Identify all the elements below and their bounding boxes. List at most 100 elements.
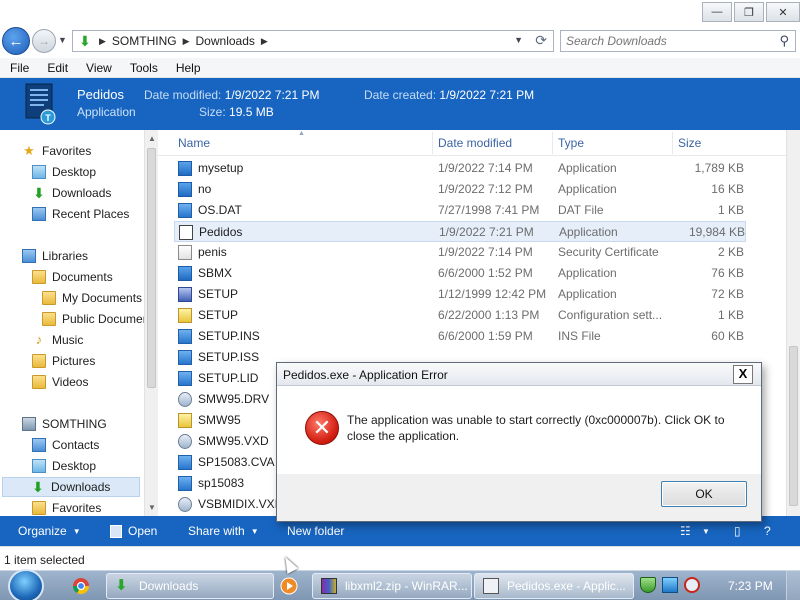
driver-icon bbox=[178, 392, 192, 407]
chrome-icon[interactable] bbox=[72, 577, 90, 595]
maximize-button[interactable]: ❐ bbox=[734, 2, 764, 22]
file-name-cell: no bbox=[198, 182, 212, 196]
documents-folder-icon bbox=[32, 270, 46, 284]
file-list-scrollbar[interactable] bbox=[786, 130, 800, 516]
nav-contacts[interactable]: Contacts bbox=[32, 435, 99, 455]
organize-label: Organize bbox=[18, 524, 67, 538]
taskbar-item-downloads[interactable]: ⬇ Downloads bbox=[106, 573, 274, 599]
nav-public-documents[interactable]: Public Documents bbox=[42, 309, 158, 329]
search-input[interactable] bbox=[566, 31, 766, 51]
taskbar-item-winrar[interactable]: libxml2.zip - WinRAR... bbox=[312, 573, 472, 599]
network-icon[interactable] bbox=[662, 577, 678, 593]
file-name-cell: SETUP bbox=[198, 308, 239, 322]
nav-scroll-thumb[interactable] bbox=[147, 148, 156, 388]
column-type[interactable]: Type bbox=[558, 136, 584, 150]
breadcrumb-separator-icon[interactable]: ▶ bbox=[261, 36, 268, 47]
breadcrumb-separator-icon[interactable]: ▶ bbox=[183, 36, 190, 47]
refresh-icon[interactable]: ⟳ bbox=[535, 32, 547, 49]
dropdown-arrow-icon: ▼ bbox=[250, 526, 259, 536]
start-button[interactable] bbox=[8, 569, 44, 600]
menu-help[interactable]: Help bbox=[166, 61, 209, 75]
sort-ascending-icon: ▲ bbox=[298, 130, 305, 137]
show-desktop-button[interactable] bbox=[786, 571, 800, 600]
nav-videos[interactable]: Videos bbox=[32, 372, 88, 392]
back-button[interactable]: ← bbox=[2, 27, 30, 55]
change-view-icon[interactable]: ☷ bbox=[680, 524, 691, 538]
nav-music[interactable]: ♪ Music bbox=[32, 330, 84, 350]
nav-documents[interactable]: Documents bbox=[32, 267, 113, 287]
nav-somthing[interactable]: SOMTHING bbox=[22, 414, 107, 434]
minimize-button[interactable]: — bbox=[702, 2, 732, 22]
recent-pages-dropdown-icon[interactable]: ▼ bbox=[58, 35, 67, 45]
nav-my-documents[interactable]: My Documents bbox=[42, 288, 142, 308]
column-divider[interactable] bbox=[432, 132, 433, 154]
nav-desktop[interactable]: Desktop bbox=[32, 162, 96, 182]
nav-pictures[interactable]: Pictures bbox=[32, 351, 95, 371]
file-date-cell: 6/6/2000 1:59 PM bbox=[438, 329, 533, 343]
folder-icon bbox=[42, 312, 56, 326]
security-shield-icon[interactable] bbox=[640, 577, 656, 593]
downloads-arrow-icon: ⬇ bbox=[79, 33, 91, 49]
preview-pane-icon[interactable]: ▯ bbox=[734, 524, 741, 538]
breadcrumb-downloads[interactable]: Downloads bbox=[196, 34, 255, 48]
file-row[interactable]: OS.DAT 7/27/1998 7:41 PM DAT File 1 KB bbox=[174, 200, 746, 221]
breadcrumb-somthing[interactable]: SOMTHING bbox=[112, 34, 177, 48]
scroll-down-icon[interactable]: ▼ bbox=[148, 503, 156, 512]
search-icon[interactable]: ⚲ bbox=[779, 33, 789, 49]
menu-view[interactable]: View bbox=[76, 61, 120, 75]
nav-favorites[interactable]: ★ Favorites bbox=[22, 141, 91, 161]
nav-favorites-2[interactable]: Favorites bbox=[32, 498, 101, 516]
breadcrumb-separator-icon[interactable]: ▶ bbox=[99, 36, 106, 47]
file-type-cell: DAT File bbox=[558, 203, 604, 217]
file-row[interactable]: Pedidos 1/9/2022 7:21 PM Application 19,984… bbox=[174, 221, 746, 242]
nav-libraries[interactable]: Libraries bbox=[22, 246, 88, 266]
file-row[interactable]: SETUP 6/22/2000 1:13 PM Configuration sett… bbox=[174, 305, 746, 326]
view-options-dropdown-icon[interactable]: ▼ bbox=[702, 527, 710, 536]
open-button[interactable]: Open bbox=[110, 524, 157, 538]
open-icon bbox=[110, 524, 122, 538]
forward-button[interactable]: → bbox=[32, 29, 56, 53]
nav-downloads[interactable]: ⬇ Downloads bbox=[32, 183, 111, 203]
menu-file[interactable]: File bbox=[0, 61, 37, 75]
volume-muted-icon[interactable] bbox=[684, 577, 700, 593]
dialog-close-button[interactable]: X bbox=[733, 365, 753, 384]
address-dropdown-icon[interactable]: ▼ bbox=[514, 35, 523, 45]
setup-icon bbox=[178, 287, 192, 302]
new-folder-button[interactable]: New folder bbox=[287, 524, 344, 538]
close-window-button[interactable]: ✕ bbox=[766, 2, 800, 22]
share-with-button[interactable]: Share with ▼ bbox=[188, 524, 259, 538]
window-controls: — ❐ ✕ bbox=[702, 2, 800, 22]
dialog-body: ✕ The application was unable to start co… bbox=[277, 386, 761, 474]
file-row[interactable]: mysetup 1/9/2022 7:14 PM Application 1,789 … bbox=[174, 158, 746, 179]
nav-scrollbar[interactable]: ▲ ▼ bbox=[144, 130, 158, 516]
nav-downloads-2[interactable]: ⬇ Downloads bbox=[2, 477, 140, 497]
file-row[interactable]: no 1/9/2022 7:12 PM Application 16 KB bbox=[174, 179, 746, 200]
media-player-icon[interactable] bbox=[280, 577, 298, 595]
address-bar[interactable]: ⬇ ▶ SOMTHING ▶ Downloads ▶ ▼ ⟳ bbox=[72, 30, 554, 52]
file-row[interactable]: SBMX 6/6/2000 1:52 PM Application 76 KB bbox=[174, 263, 746, 284]
libraries-icon bbox=[22, 249, 36, 263]
ok-button[interactable]: OK bbox=[661, 481, 747, 507]
file-name-cell: penis bbox=[198, 245, 227, 259]
organize-button[interactable]: Organize ▼ bbox=[18, 524, 81, 538]
nav-desktop-2[interactable]: Desktop bbox=[32, 456, 96, 476]
details-pane: T Pedidos Application Date modified: 1/9… bbox=[0, 78, 800, 130]
file-row[interactable]: SETUP 1/12/1999 12:42 PM Application 72 KB bbox=[174, 284, 746, 305]
nav-recent-places[interactable]: Recent Places bbox=[32, 204, 129, 224]
column-divider[interactable] bbox=[552, 132, 553, 154]
column-size[interactable]: Size bbox=[678, 136, 701, 150]
menu-tools[interactable]: Tools bbox=[120, 61, 166, 75]
file-list-scroll-thumb[interactable] bbox=[789, 346, 798, 506]
clock[interactable]: 7:23 PM bbox=[728, 579, 773, 593]
file-row[interactable]: SETUP.INS 6/6/2000 1:59 PM INS File 60 KB bbox=[174, 326, 746, 347]
column-date-modified[interactable]: Date modified bbox=[438, 136, 512, 150]
menu-edit[interactable]: Edit bbox=[37, 61, 76, 75]
taskbar-item-pedidos-error[interactable]: Pedidos.exe - Applic... bbox=[474, 573, 634, 599]
file-size-cell: 1 KB bbox=[717, 308, 744, 322]
column-divider[interactable] bbox=[672, 132, 673, 154]
help-icon[interactable]: ? bbox=[764, 524, 771, 538]
search-box[interactable]: ⚲ bbox=[560, 30, 796, 52]
file-row[interactable]: penis 1/9/2022 7:14 PM Security Certificat… bbox=[174, 242, 746, 263]
column-name[interactable]: Name bbox=[178, 136, 210, 150]
scroll-up-icon[interactable]: ▲ bbox=[148, 134, 156, 143]
